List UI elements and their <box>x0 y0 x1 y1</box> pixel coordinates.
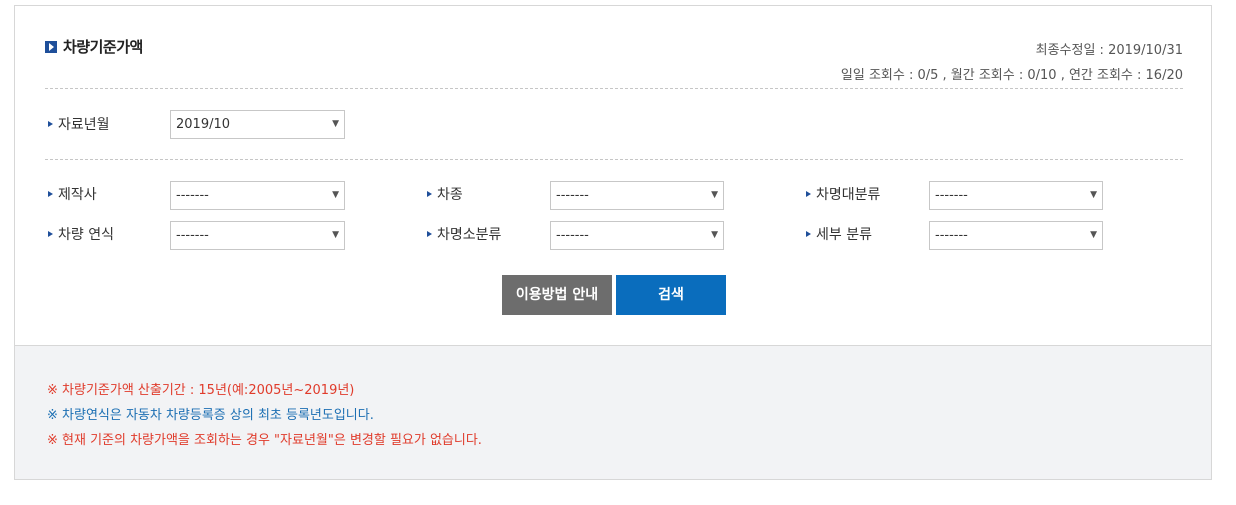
search-section: 차량기준가액 최종수정일 : 2019/10/31 일일 조회수 : 0/5 ,… <box>15 6 1211 345</box>
divider <box>45 88 1183 89</box>
usage-guide-button[interactable]: 이용방법 안내 <box>502 275 612 315</box>
maker-select[interactable]: ------- ▼ <box>170 181 345 210</box>
model-minor-select-value: ------- <box>556 228 589 243</box>
filter-label-text: 차종 <box>437 187 463 203</box>
triangle-bullet-icon <box>48 121 53 127</box>
vehicle-type-select[interactable]: ------- ▼ <box>550 181 724 210</box>
chevron-down-icon: ▼ <box>332 190 339 200</box>
chevron-down-icon: ▼ <box>1090 230 1097 240</box>
play-square-icon <box>45 40 57 53</box>
data-month-value: 2019/10 <box>176 117 231 132</box>
last-modified: 최종수정일 : 2019/10/31 <box>1035 43 1183 58</box>
chevron-down-icon: ▼ <box>711 190 718 200</box>
filter-label-text: 차명소분류 <box>437 227 502 243</box>
data-month-label-text: 자료년월 <box>58 117 110 133</box>
model-major-select[interactable]: ------- ▼ <box>929 181 1103 210</box>
filter-label-text: 차량 연식 <box>58 227 114 243</box>
triangle-bullet-icon <box>427 191 432 197</box>
filter-label-model-major: 차명대분류 <box>806 184 880 204</box>
model-year-select[interactable]: ------- ▼ <box>170 221 345 250</box>
chevron-down-icon: ▼ <box>332 230 339 240</box>
maker-select-value: ------- <box>176 188 209 203</box>
detail-select-value: ------- <box>935 228 968 243</box>
detail-select[interactable]: ------- ▼ <box>929 221 1103 250</box>
filter-label-detail: 세부 분류 <box>806 224 872 244</box>
filter-label-model-year: 차량 연식 <box>48 224 114 244</box>
filter-label-text: 세부 분류 <box>816 227 872 243</box>
divider <box>45 159 1183 160</box>
note-item: ※ 현재 기준의 차량가액을 조회하는 경우 "자료년월"은 변경할 필요가 없… <box>47 433 482 448</box>
note-item: ※ 차량기준가액 산출기간 : 15년(예:2005년~2019년) <box>47 383 355 398</box>
filter-label-model-minor: 차명소분류 <box>427 224 501 244</box>
data-month-select[interactable]: 2019/10 ▼ <box>170 110 345 139</box>
page-title: 차량기준가액 <box>45 36 143 57</box>
triangle-bullet-icon <box>806 231 811 237</box>
model-minor-select[interactable]: ------- ▼ <box>550 221 724 250</box>
notes-list: ※ 차량기준가액 산출기간 : 15년(예:2005년~2019년) ※ 차량연… <box>47 378 482 453</box>
chevron-down-icon: ▼ <box>711 230 718 240</box>
model-year-select-value: ------- <box>176 228 209 243</box>
view-counts: 일일 조회수 : 0/5 , 월간 조회수 : 0/10 , 연간 조회수 : … <box>840 68 1183 83</box>
filter-label-vehicle-type: 차종 <box>427 184 463 204</box>
data-month-label: 자료년월 <box>48 114 110 134</box>
model-major-select-value: ------- <box>935 188 968 203</box>
filter-label-maker: 제작사 <box>48 184 97 204</box>
triangle-bullet-icon <box>427 231 432 237</box>
vehicle-value-panel: 차량기준가액 최종수정일 : 2019/10/31 일일 조회수 : 0/5 ,… <box>14 5 1212 480</box>
filter-label-text: 제작사 <box>58 187 97 203</box>
filter-label-text: 차명대분류 <box>816 187 881 203</box>
notes-section: ※ 차량기준가액 산출기간 : 15년(예:2005년~2019년) ※ 차량연… <box>15 345 1211 479</box>
triangle-bullet-icon <box>48 191 53 197</box>
triangle-bullet-icon <box>48 231 53 237</box>
search-button[interactable]: 검색 <box>616 275 726 315</box>
note-item: ※ 차량연식은 자동차 차량등록증 상의 최초 등록년도입니다. <box>47 408 374 423</box>
triangle-bullet-icon <box>806 191 811 197</box>
chevron-down-icon: ▼ <box>332 119 339 129</box>
meta-info: 최종수정일 : 2019/10/31 일일 조회수 : 0/5 , 월간 조회수… <box>841 38 1183 88</box>
chevron-down-icon: ▼ <box>1090 190 1097 200</box>
vehicle-type-select-value: ------- <box>556 188 589 203</box>
page-title-text: 차량기준가액 <box>63 38 143 56</box>
